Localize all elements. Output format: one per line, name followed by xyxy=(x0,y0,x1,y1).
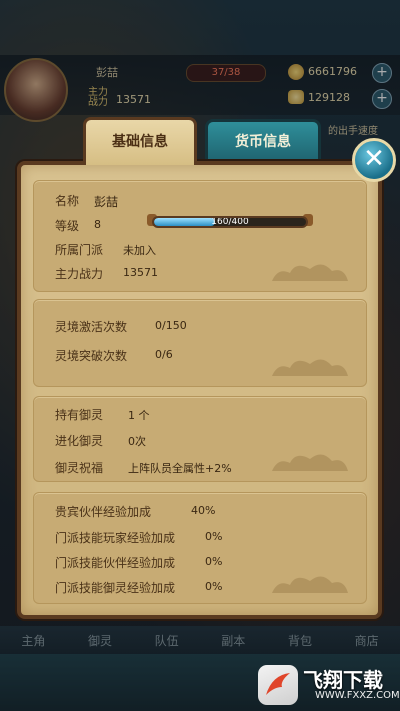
xp-bar: 160/400 xyxy=(152,216,308,228)
spirit-evolved-value: 0次 xyxy=(128,435,146,448)
realm-activate-label: 灵境激活次数 xyxy=(55,320,128,334)
level-value: 8 xyxy=(94,218,101,231)
cloud-ornament-icon xyxy=(272,454,348,471)
bonus-row-label: 门派技能玩家经验加成 xyxy=(55,531,176,545)
xp-text: 160/400 xyxy=(211,217,249,227)
bonus-row-value: 0% xyxy=(205,530,223,543)
tab-basic-info[interactable]: 基础信息 xyxy=(83,117,197,165)
watermark-logo-icon xyxy=(258,665,298,705)
watermark-text: 飞翔下载 xyxy=(303,668,383,692)
level-label: 等级 xyxy=(55,219,80,233)
realm-section xyxy=(33,299,367,387)
bonus-row-label: 门派技能伙伴经验加成 xyxy=(55,556,176,570)
cloud-ornament-icon xyxy=(272,359,348,376)
spirit-owned-label: 持有御灵 xyxy=(55,408,104,422)
realm-breakthrough-value: 0/6 xyxy=(155,348,173,361)
sect-label: 所属门派 xyxy=(55,243,104,257)
watermark-url: WWW.FXXZ.COM xyxy=(315,690,400,701)
bonus-row-label: 贵宾伙伴经验加成 xyxy=(55,505,152,519)
bonus-row-label: 门派技能御灵经验加成 xyxy=(55,581,176,595)
cloud-ornament-icon xyxy=(272,264,348,281)
power-stat-value: 13571 xyxy=(123,266,158,279)
realm-activate-value: 0/150 xyxy=(155,319,187,332)
bonus-row-value: 40% xyxy=(191,504,216,517)
name-value: 彭喆 xyxy=(94,195,119,209)
close-icon: ✕ xyxy=(363,144,385,174)
bonus-row-value: 0% xyxy=(205,580,223,593)
tab-currency-info[interactable]: 货币信息 xyxy=(205,119,321,161)
spirit-blessing-value: 上阵队员全属性+2% xyxy=(128,462,232,475)
realm-breakthrough-label: 灵境突破次数 xyxy=(55,349,128,363)
close-button[interactable]: ✕ xyxy=(352,138,396,182)
bonus-row-value: 0% xyxy=(205,555,223,568)
cloud-ornament-icon xyxy=(272,576,348,593)
name-label: 名称 xyxy=(55,194,80,208)
spirit-blessing-label: 御灵祝福 xyxy=(55,461,104,475)
power-stat-label: 主力战力 xyxy=(55,267,104,281)
sect-value: 未加入 xyxy=(123,244,156,257)
spirit-owned-value: 1 个 xyxy=(128,409,150,422)
spirit-evolved-label: 进化御灵 xyxy=(55,434,104,448)
